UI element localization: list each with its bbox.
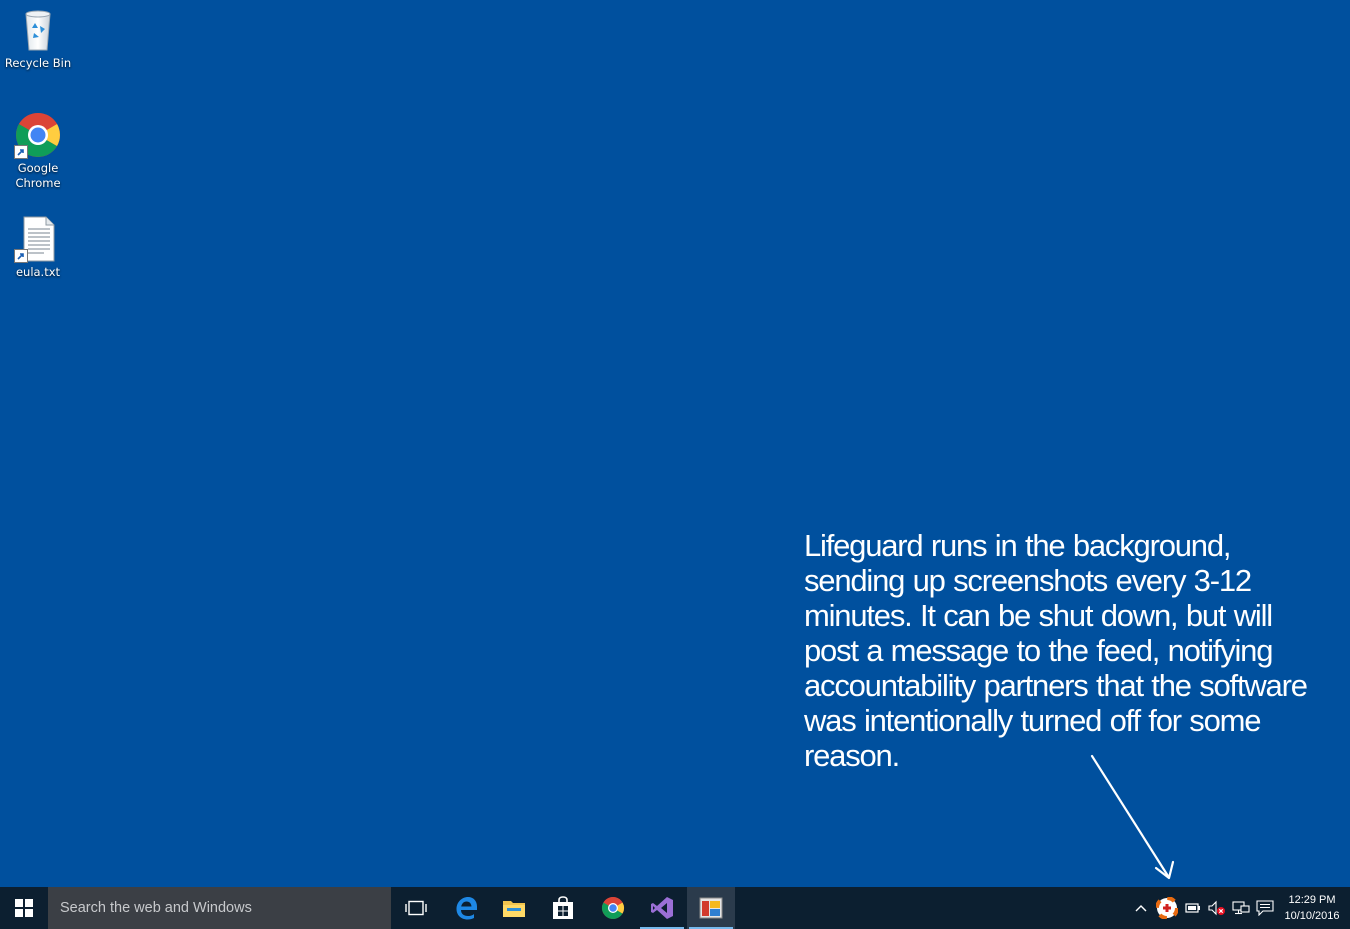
visual-studio-icon — [651, 897, 673, 919]
desktop-icon-google-chrome[interactable]: Google Chrome — [0, 111, 76, 191]
battery-button[interactable] — [1183, 887, 1203, 929]
desktop-icon-eula-txt[interactable]: eula.txt — [0, 215, 76, 280]
desktop-icon-label: Google Chrome — [15, 161, 61, 190]
volume-muted-icon — [1208, 900, 1225, 916]
annotation-arrow-icon — [1090, 754, 1175, 880]
clock[interactable]: 12:29 PM 10/10/2016 — [1278, 887, 1346, 929]
network-icon — [1232, 901, 1250, 915]
desktop-icon-label: eula.txt — [15, 265, 61, 279]
chrome-icon — [602, 897, 624, 919]
taskbar-app-edge[interactable] — [442, 887, 490, 929]
recycle-bin-icon — [14, 6, 62, 54]
windows-logo-icon — [15, 899, 33, 917]
lifeguard-tray-icon — [1156, 897, 1178, 919]
network-button[interactable] — [1231, 887, 1251, 929]
task-view-button[interactable] — [392, 887, 440, 929]
taskbar-app-file-explorer[interactable] — [490, 887, 538, 929]
desktop: Recycle Bin Google Chrome eula.txt Lifeg… — [0, 0, 1350, 887]
text-file-icon — [14, 215, 62, 263]
taskbar-app-chrome[interactable] — [589, 887, 637, 929]
taskbar: Search the web and Windows 12:29 PM 10/1… — [0, 887, 1350, 929]
lifeguard-tray-button[interactable] — [1154, 887, 1180, 929]
show-hidden-icons-button[interactable] — [1132, 887, 1150, 929]
taskbar-app-visual-studio[interactable] — [638, 887, 686, 929]
clock-time: 12:29 PM — [1288, 894, 1336, 906]
action-center-icon — [1256, 900, 1274, 916]
desktop-icon-label: Recycle Bin — [4, 56, 72, 70]
lifeguard-app-icon — [699, 897, 723, 919]
show-hidden-icons-chevron-icon — [1135, 905, 1147, 912]
battery-icon — [1185, 903, 1200, 913]
taskbar-app-store[interactable] — [539, 887, 587, 929]
start-button[interactable] — [0, 887, 48, 929]
action-center-button[interactable] — [1255, 887, 1275, 929]
taskbar-app-lifeguard[interactable] — [687, 887, 735, 929]
file-explorer-icon — [503, 901, 525, 917]
search-box[interactable]: Search the web and Windows — [48, 887, 391, 929]
desktop-icon-recycle-bin[interactable]: Recycle Bin — [0, 6, 76, 71]
search-placeholder: Search the web and Windows — [60, 900, 252, 916]
task-view-icon — [405, 900, 427, 916]
edge-icon — [456, 897, 477, 920]
clock-date: 10/10/2016 — [1284, 910, 1340, 922]
chrome-icon — [14, 111, 62, 159]
annotation-text: Lifeguard runs in the background, sendin… — [804, 528, 1308, 773]
shortcut-arrow-icon — [14, 145, 28, 159]
store-icon — [553, 896, 573, 919]
volume-button[interactable] — [1207, 887, 1227, 929]
shortcut-arrow-icon — [14, 249, 28, 263]
